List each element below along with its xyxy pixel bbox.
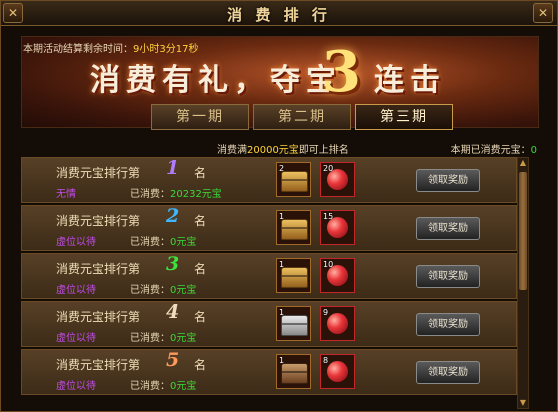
tab-period-3[interactable]: 第三期: [355, 104, 453, 130]
spent-label: 已消费：: [130, 237, 170, 248]
treasure-chest-icon: [281, 267, 308, 288]
rank-label: 消费元宝排行第: [56, 214, 141, 228]
banner-title-part2: 连击: [374, 63, 446, 98]
reward-chest-slot[interactable]: 1: [276, 306, 311, 341]
treasure-chest-icon: [281, 315, 308, 336]
ranking-list: 消费元宝排行第 1 名 无情 已消费： 20232元宝 2 20 领取奖励 消费…: [21, 157, 517, 409]
rank-number: 4: [166, 301, 180, 323]
rank-label: 消费元宝排行第: [56, 262, 141, 276]
requirement-amount: 20000元宝: [247, 145, 299, 156]
chest-count: 1: [279, 260, 285, 269]
player-name: 虚位以待: [56, 237, 96, 248]
rank-number: 5: [166, 349, 180, 371]
banner-title-part1: 消费有礼，夺宝: [90, 63, 342, 98]
reward-chest-slot[interactable]: 1: [276, 258, 311, 293]
scroll-up-icon[interactable]: ▲: [518, 158, 528, 168]
gem-count: 15: [323, 212, 334, 221]
rank-suffix: 名: [194, 166, 207, 180]
rank-suffix: 名: [194, 310, 207, 324]
reward-gem-slot[interactable]: 10: [320, 258, 355, 293]
rank-number: 1: [166, 157, 180, 179]
spent-label: 已消费：: [130, 381, 170, 392]
gem-count: 10: [323, 260, 334, 269]
ranking-row-5: 消费元宝排行第 5 名 虚位以待 已消费： 0元宝 1 8 领取奖励: [21, 349, 517, 395]
period-tabs: 第一期 第二期 第三期: [151, 104, 461, 130]
list-scrollbar[interactable]: ▲ ▼: [517, 157, 529, 409]
gem-count: 8: [323, 356, 329, 365]
chest-count: 2: [279, 164, 285, 173]
reward-gem-slot[interactable]: 9: [320, 306, 355, 341]
requirement-suffix: 即可上排名: [298, 145, 349, 156]
reward-gem-slot[interactable]: 15: [320, 210, 355, 245]
spent-value: 0元宝: [170, 237, 197, 248]
reward-chest-slot[interactable]: 2: [276, 162, 311, 197]
my-spent-value: 0: [530, 145, 537, 156]
reward-chest-slot[interactable]: 1: [276, 354, 311, 389]
spent-value: 0元宝: [170, 381, 197, 392]
ranking-row-1: 消费元宝排行第 1 名 无情 已消费： 20232元宝 2 20 领取奖励: [21, 157, 517, 203]
treasure-chest-icon: [281, 171, 308, 192]
countdown-timer: 本期活动结算剩余时间：9小时3分17秒: [23, 40, 198, 55]
reward-gem-slot[interactable]: 8: [320, 354, 355, 389]
countdown-label: 本期活动结算剩余时间：: [23, 44, 133, 55]
spent-label: 已消费：: [130, 285, 170, 296]
reward-gem-slot[interactable]: 20: [320, 162, 355, 197]
tab-period-2[interactable]: 第二期: [253, 104, 351, 130]
chest-count: 1: [279, 308, 285, 317]
scroll-down-icon[interactable]: ▼: [518, 398, 528, 408]
tab-period-1[interactable]: 第一期: [151, 104, 249, 130]
claim-reward-button[interactable]: 领取奖励: [416, 361, 480, 384]
rank-suffix: 名: [194, 214, 207, 228]
treasure-chest-icon: [281, 219, 308, 240]
player-name: 虚位以待: [56, 381, 96, 392]
rank-label: 消费元宝排行第: [56, 166, 141, 180]
requirement-prefix: 消费满: [217, 145, 247, 156]
red-gem-icon: [327, 313, 348, 334]
red-gem-icon: [327, 361, 348, 382]
player-name: 虚位以待: [56, 333, 96, 344]
spent-value: 0元宝: [170, 285, 197, 296]
countdown-value: 9小时3分17秒: [133, 44, 199, 55]
claim-reward-button[interactable]: 领取奖励: [416, 265, 480, 288]
rank-suffix: 名: [194, 358, 207, 372]
ranking-row-2: 消费元宝排行第 2 名 虚位以待 已消费： 0元宝 1 15 领取奖励: [21, 205, 517, 251]
gem-count: 20: [323, 164, 334, 173]
ranking-row-3: 消费元宝排行第 3 名 虚位以待 已消费： 0元宝 1 10 领取奖励: [21, 253, 517, 299]
scroll-thumb[interactable]: [519, 172, 527, 290]
gem-count: 9: [323, 308, 329, 317]
treasure-chest-icon: [281, 363, 308, 384]
rank-number: 2: [166, 205, 180, 227]
title-bar: ✕ 消 费 排 行 ✕: [1, 1, 557, 26]
spent-value: 20232元宝: [170, 189, 222, 200]
my-spent-label: 本期已消费元宝：: [450, 145, 531, 156]
banner-number: 3: [322, 39, 361, 105]
requirement-text: 消费满20000元宝即可上排名: [217, 141, 349, 156]
chest-count: 1: [279, 212, 285, 221]
ranking-row-4: 消费元宝排行第 4 名 虚位以待 已消费： 0元宝 1 9 领取奖励: [21, 301, 517, 347]
rank-label: 消费元宝排行第: [56, 310, 141, 324]
spent-label: 已消费：: [130, 189, 170, 200]
claim-reward-button[interactable]: 领取奖励: [416, 217, 480, 240]
ranking-window: ✕ 消 费 排 行 ✕ 消费有礼，夺宝 3 连击 本期活动结算剩余时间：9小时3…: [0, 0, 558, 412]
chest-count: 1: [279, 356, 285, 365]
reward-chest-slot[interactable]: 1: [276, 210, 311, 245]
rank-label: 消费元宝排行第: [56, 358, 141, 372]
spent-value: 0元宝: [170, 333, 197, 344]
info-bar: 消费满20000元宝即可上排名 本期已消费元宝：0: [21, 141, 537, 156]
rank-number: 3: [166, 253, 180, 275]
claim-reward-button[interactable]: 领取奖励: [416, 169, 480, 192]
window-title: 消 费 排 行: [227, 6, 331, 24]
my-spent: 本期已消费元宝：0: [451, 141, 537, 156]
rank-suffix: 名: [194, 262, 207, 276]
close-button[interactable]: ✕: [533, 3, 553, 23]
claim-reward-button[interactable]: 领取奖励: [416, 313, 480, 336]
player-name: 无情: [56, 189, 76, 200]
spent-label: 已消费：: [130, 333, 170, 344]
player-name: 虚位以待: [56, 285, 96, 296]
